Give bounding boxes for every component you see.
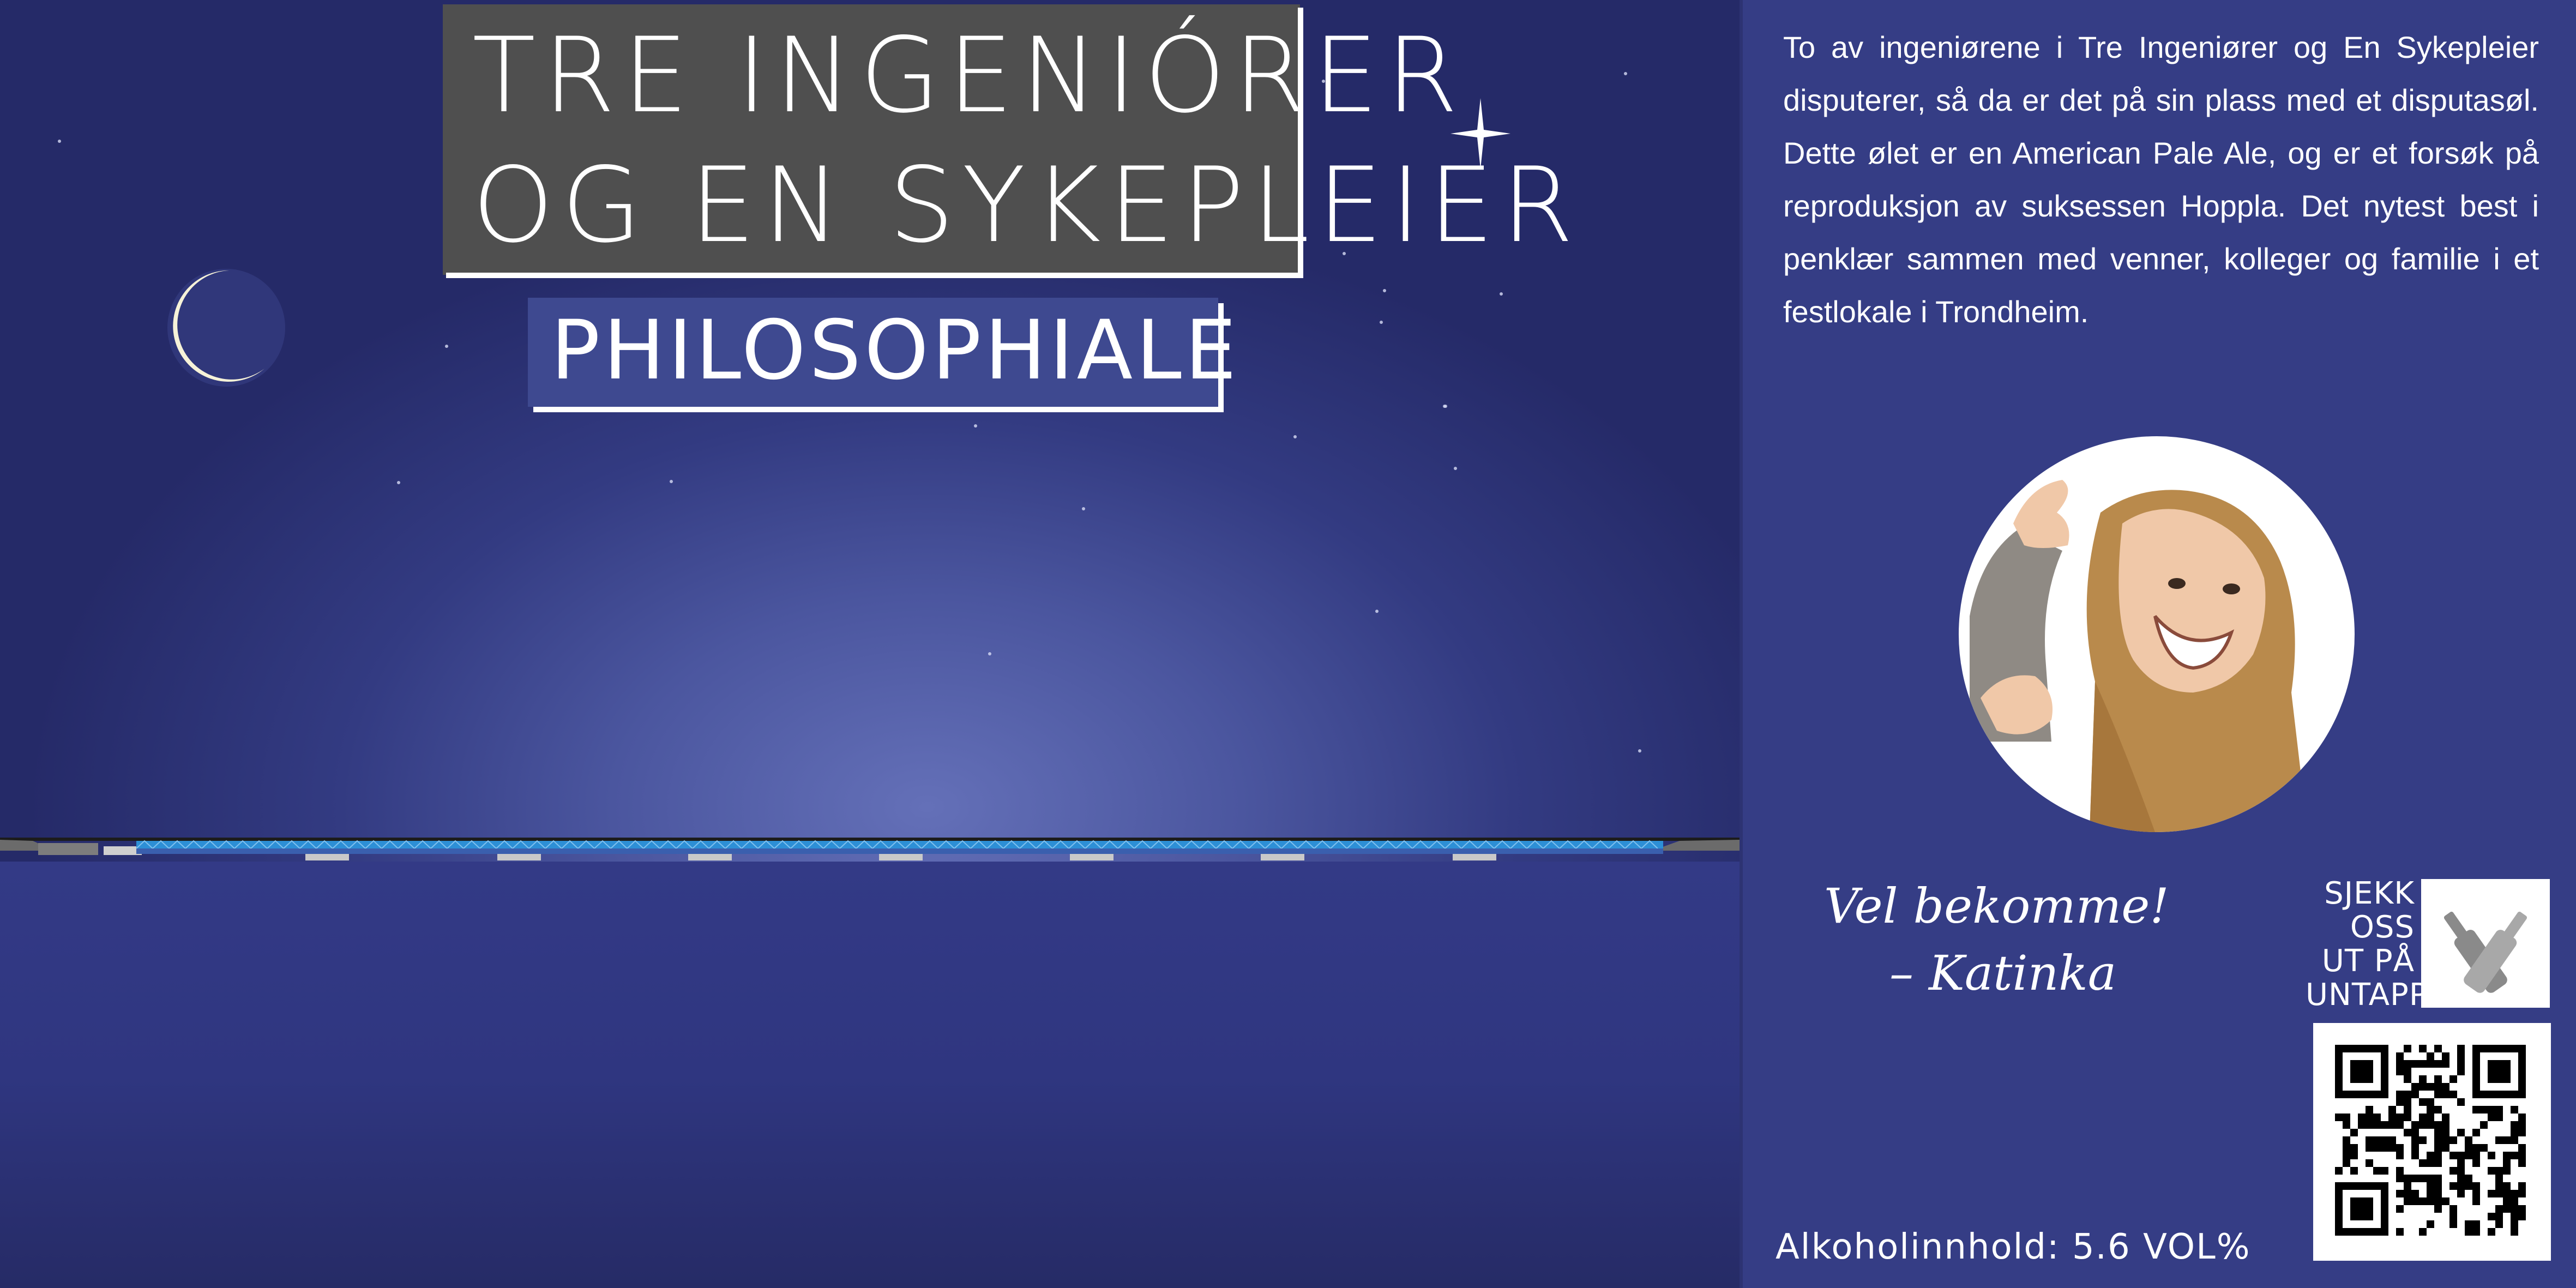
portrait-photo	[1959, 436, 2355, 832]
untappd-line4: UNTAPPD	[2306, 977, 2452, 1013]
description-text: To av ingeniørene i Tre Ingeniører og En…	[1783, 30, 2539, 329]
night-sky-panel: TRE INGENIÓRER OG EN SYKEPLEIER PHILOSOP…	[0, 0, 1740, 1288]
brewery-name-line1: TRE INGENIÓRER	[472, 15, 1466, 136]
bridge-illustration	[0, 838, 1740, 860]
untappd-line1: SJEKK	[2324, 876, 2415, 911]
moon-icon	[167, 269, 285, 387]
untappd-callout: SJEKK OSS UT PÅ UNTAPPD	[2306, 876, 2452, 1013]
untappd-line3: UT PÅ	[2321, 943, 2415, 979]
water	[0, 862, 1740, 1288]
brewery-name-line2: OG EN SYKEPLEIER	[472, 145, 1581, 266]
qr-code[interactable]	[2313, 1023, 2551, 1261]
signature-line1: Vel bekomme!	[1824, 878, 2169, 934]
signature-line2: – Katinka	[1889, 945, 2117, 1002]
alcohol-content: Alkoholinnhold: 5.6 VOL%	[1775, 1227, 2251, 1267]
signature: Vel bekomme! – Katinka	[1824, 872, 2169, 1007]
untappd-bottles-icon	[2421, 879, 2550, 1008]
untappd-line2: OSS	[2350, 910, 2415, 945]
beer-name: PHILOSOPHIALE	[551, 303, 1240, 398]
